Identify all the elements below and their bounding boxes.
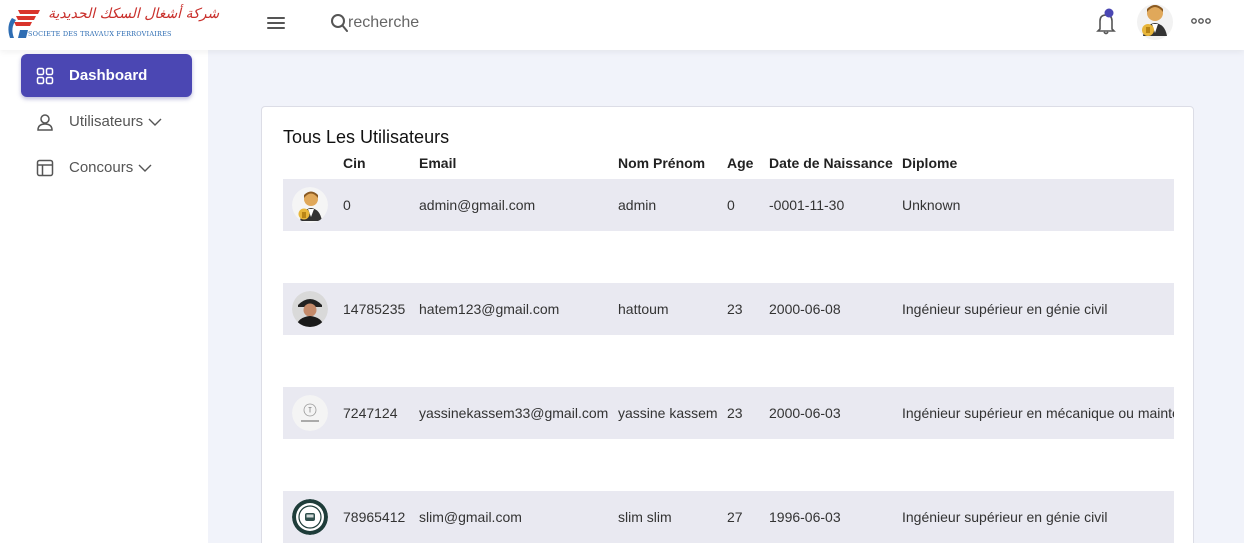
search-input[interactable] [348, 14, 548, 32]
sidebar-item-label: Utilisateurs [69, 113, 144, 130]
cell-diplome: Unknown [902, 197, 961, 213]
cell-age: 27 [727, 509, 743, 525]
cell-email: hatem123@gmail.com [419, 301, 560, 317]
cell-email: slim@gmail.com [419, 509, 522, 525]
cell-diplome: Ingénieur supérieur en génie civil [902, 509, 1108, 525]
column-header-date: Date de Naissance [769, 155, 893, 171]
sidebar-item-label: Dashboard [69, 67, 148, 84]
top-bar: شركة أشغال السكك الحديدية SOCIETE DES TR… [0, 0, 1244, 50]
cell-date: 1996-06-03 [769, 509, 841, 525]
table-row[interactable]: 78965412 slim@gmail.com slim slim 27 199… [283, 491, 1174, 543]
cell-date: 2000-06-08 [769, 301, 841, 317]
cell-diplome: Ingénieur supérieur en génie civil [902, 301, 1108, 317]
cell-nom: hattoum [618, 301, 669, 317]
users-card: Tous Les Utilisateurs Cin Email Nom Prén… [261, 106, 1194, 543]
cell-age: 0 [727, 197, 735, 213]
cell-age: 23 [727, 301, 743, 317]
column-header-diplome: Diplome [902, 155, 958, 171]
column-header-nom: Nom Prénom [618, 155, 706, 171]
sidebar-item-label: Concours [69, 159, 134, 176]
page-title: Tous Les Utilisateurs [283, 127, 450, 147]
cell-nom: yassine kassem [618, 405, 718, 421]
column-header-cin: Cin [343, 155, 366, 171]
user-avatar[interactable] [1136, 0, 1174, 40]
chevron-down-icon [138, 164, 152, 172]
search-icon[interactable] [330, 13, 348, 33]
company-logo[interactable]: شركة أشغال السكك الحديدية SOCIETE DES TR… [4, 4, 219, 42]
user-icon [37, 113, 53, 131]
chevron-down-icon [148, 118, 162, 126]
notifications-bell-icon[interactable] [1094, 7, 1118, 35]
table-row[interactable]: 0 admin@gmail.com admin 0 -0001-11-30 Un… [283, 179, 1174, 231]
sidebar-item-dashboard[interactable]: Dashboard [21, 54, 192, 97]
cell-cin: 14785235 [343, 301, 406, 317]
cell-nom: admin [618, 197, 657, 213]
cell-date: -0001-11-30 [769, 197, 845, 213]
layout-icon [36, 159, 54, 176]
logo-arabic-text: شركة أشغال السكك الحديدية [48, 6, 220, 22]
cell-age: 23 [727, 405, 743, 421]
column-header-age: Age [727, 155, 754, 171]
more-options-icon[interactable] [1190, 14, 1212, 26]
table-row[interactable]: 7247124 yassinekassem33@gmail.com yassin… [283, 387, 1174, 439]
sidebar-item-utilisateurs[interactable]: Utilisateurs [21, 100, 192, 143]
search-bar [330, 11, 548, 35]
cell-email: admin@gmail.com [419, 197, 536, 213]
cell-cin: 7247124 [343, 405, 398, 421]
cell-diplome: Ingénieur supérieur en mécanique ou main… [902, 405, 1174, 421]
table-header: Cin Email Nom Prénom Age Date de Naissan… [283, 155, 1174, 177]
logo-french-text: SOCIETE DES TRAVAUX FERROVIAIRES [28, 30, 172, 38]
cell-cin: 78965412 [343, 509, 406, 525]
sidebar-item-concours[interactable]: Concours [21, 146, 192, 189]
cell-nom: slim slim [618, 509, 672, 525]
user-photo-avatar [292, 291, 328, 327]
badge-avatar [292, 499, 328, 535]
cell-cin: 0 [343, 197, 351, 213]
sidebar: Dashboard Utilisateurs Concours [0, 50, 208, 543]
hamburger-menu-icon[interactable] [266, 14, 286, 32]
table-row[interactable]: 14785235 hatem123@gmail.com hattoum 23 2… [283, 283, 1174, 335]
logo-avatar [292, 395, 328, 431]
column-header-email: Email [419, 155, 457, 171]
cell-email: yassinekassem33@gmail.com [419, 405, 609, 421]
cell-date: 2000-06-03 [769, 405, 841, 421]
grid-icon [36, 67, 54, 84]
admin-avatar [292, 187, 328, 223]
